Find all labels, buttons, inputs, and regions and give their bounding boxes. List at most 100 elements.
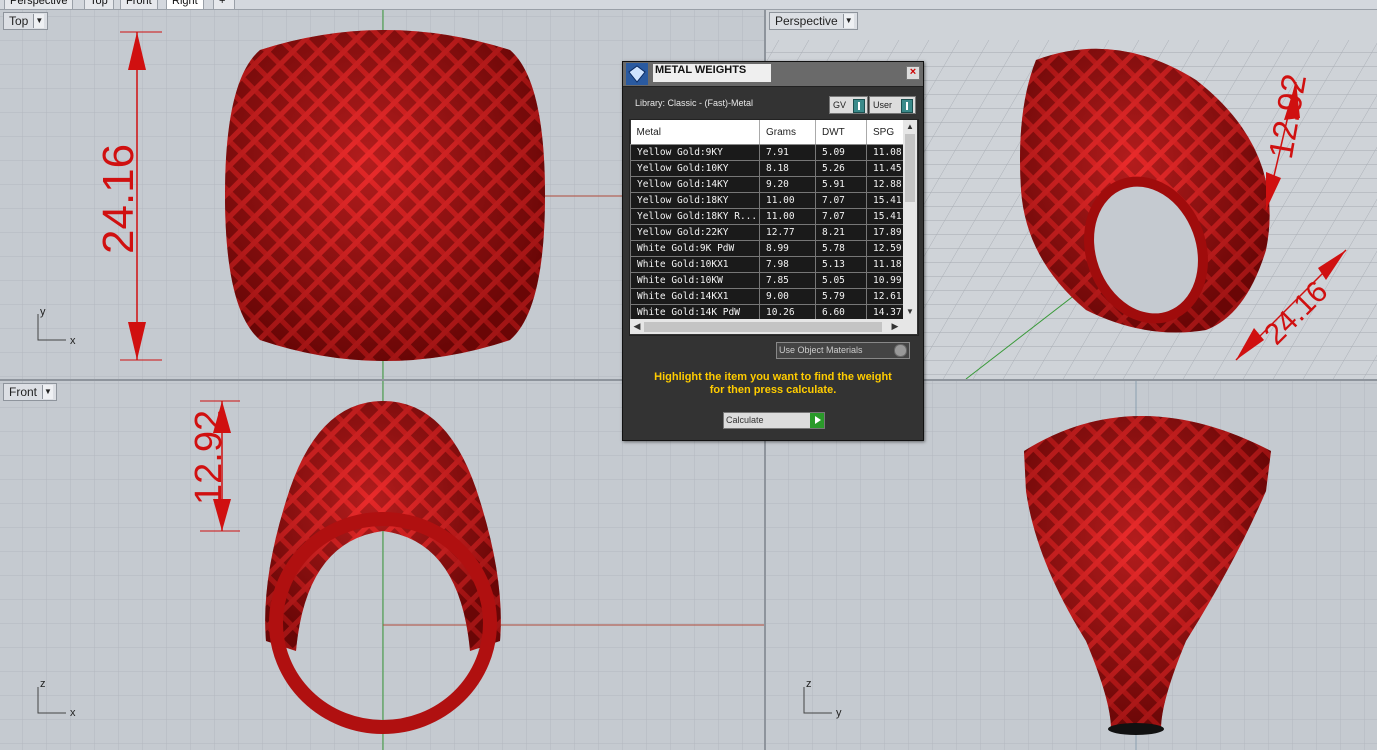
top-axis-x-label: x <box>70 335 76 347</box>
chevron-down-icon[interactable]: ▼ <box>842 14 854 28</box>
column-header-grams[interactable]: Grams <box>759 120 816 145</box>
table-row[interactable]: White Gold:14KX1 9.00 5.79 12.61 <box>630 288 904 305</box>
panel-titlebar[interactable]: METAL WEIGHTS × <box>623 62 923 87</box>
top-dimension-label: 24.16 <box>94 143 143 254</box>
spg-cell: 12.61 <box>866 288 904 305</box>
grams-cell: 8.99 <box>759 240 816 257</box>
gear-icon[interactable] <box>894 344 907 357</box>
dwt-cell: 5.26 <box>815 160 867 177</box>
grams-cell: 7.85 <box>759 272 816 289</box>
front-axis-z-label: z <box>40 678 46 690</box>
viewport-name: Top <box>9 14 29 28</box>
dwt-cell: 5.79 <box>815 288 867 305</box>
vertical-scrollbar[interactable]: ▲ ▼ <box>903 120 917 319</box>
metal-cell: White Gold:10KX1 <box>630 256 760 273</box>
column-header-metal[interactable]: Metal <box>630 120 760 145</box>
metal-cell: Yellow Gold:18KY <box>630 192 760 209</box>
metal-cell: Yellow Gold:18KY R... <box>630 208 760 225</box>
viewport-tab-strip: Perspective Top Front Right + <box>0 0 1377 10</box>
table-row[interactable]: Yellow Gold:9KY 7.91 5.09 11.08 <box>630 144 904 161</box>
spg-cell: 11.18 <box>866 256 904 273</box>
tab-top[interactable]: Top <box>84 0 114 9</box>
scroll-down-icon[interactable]: ▼ <box>903 305 917 319</box>
instruction-text: Highlight the item you want to find the … <box>633 371 913 397</box>
toggle-switch-icon <box>853 99 865 113</box>
grams-cell: 11.00 <box>759 192 816 209</box>
grams-cell: 7.98 <box>759 256 816 273</box>
viewport-name: Front <box>9 385 38 399</box>
spg-cell: 17.89 <box>866 224 904 241</box>
metal-table[interactable]: Metal Grams DWT SPG Yellow Gold:9KY 7.91 5… <box>629 119 919 336</box>
grams-cell: 8.18 <box>759 160 816 177</box>
metal-cell: Yellow Gold:22KY <box>630 224 760 241</box>
spg-cell: 12.88 <box>866 176 904 193</box>
spg-cell: 15.41 <box>866 192 904 209</box>
top-axis-y-label: y <box>40 306 46 318</box>
table-row[interactable]: Yellow Gold:10KY 8.18 5.26 11.45 <box>630 160 904 177</box>
metal-cell: White Gold:14KX1 <box>630 288 760 305</box>
spg-cell: 12.59 <box>866 240 904 257</box>
diamond-logo-icon <box>626 63 648 85</box>
table-row[interactable]: Yellow Gold:18KY 11.00 7.07 15.41 <box>630 192 904 209</box>
add-tab-icon[interactable]: + <box>213 0 235 9</box>
metal-cell: White Gold:9K PdW <box>630 240 760 257</box>
spg-cell: 11.45 <box>866 160 904 177</box>
metal-cell: Yellow Gold:14KY <box>630 176 760 193</box>
metal-cell: White Gold:10KW <box>630 272 760 289</box>
scroll-thumb[interactable] <box>905 134 915 202</box>
instruction-line-1: Highlight the item you want to find the … <box>654 371 892 383</box>
table-row[interactable]: White Gold:10KW 7.85 5.05 10.99 <box>630 272 904 289</box>
dwt-cell: 7.07 <box>815 192 867 209</box>
use-object-materials-dropdown[interactable]: Use Object Materials <box>776 342 910 359</box>
panel-title: METAL WEIGHTS <box>653 64 771 82</box>
viewport-name: Perspective <box>775 14 838 28</box>
metal-cell: Yellow Gold:10KY <box>630 160 760 177</box>
table-row[interactable]: White Gold:10KX1 7.98 5.13 11.18 <box>630 256 904 273</box>
calculate-button[interactable]: Calculate <box>723 412 825 429</box>
scroll-thumb[interactable] <box>644 322 882 332</box>
spg-cell: 11.08 <box>866 144 904 161</box>
table-row[interactable]: Yellow Gold:18KY R... 11.00 7.07 15.41 <box>630 208 904 225</box>
grams-cell: 12.77 <box>759 224 816 241</box>
dwt-cell: 5.09 <box>815 144 867 161</box>
front-axis-x-label: x <box>70 707 76 719</box>
dwt-cell: 5.05 <box>815 272 867 289</box>
right-axis-y-label: y <box>836 707 842 719</box>
gv-toggle[interactable]: GV <box>829 96 868 114</box>
metal-weights-panel: METAL WEIGHTS × Library: Classic - (Fast… <box>622 61 924 441</box>
chevron-down-icon[interactable]: ▼ <box>42 385 54 399</box>
viewport-label-perspective[interactable]: Perspective ▼ <box>769 12 858 30</box>
column-header-dwt[interactable]: DWT <box>815 120 867 145</box>
column-header-spg[interactable]: SPG <box>866 120 904 145</box>
user-toggle-label: User <box>873 100 893 110</box>
table-row[interactable]: Yellow Gold:22KY 12.77 8.21 17.89 <box>630 224 904 241</box>
viewport-label-top[interactable]: Top ▼ <box>3 12 49 30</box>
spg-cell: 15.41 <box>866 208 904 225</box>
use-object-materials-label: Use Object Materials <box>779 345 863 355</box>
grams-cell: 11.00 <box>759 208 816 225</box>
grams-cell: 9.20 <box>759 176 816 193</box>
chevron-down-icon[interactable]: ▼ <box>33 14 45 28</box>
user-toggle[interactable]: User <box>869 96 916 114</box>
library-label: Library: Classic - (Fast)-Metal <box>635 98 754 108</box>
viewport-label-front[interactable]: Front ▼ <box>3 383 58 401</box>
right-axis-z-label: z <box>806 678 812 690</box>
dwt-cell: 5.91 <box>815 176 867 193</box>
horizontal-scrollbar[interactable]: ◀ ▶ <box>630 319 917 334</box>
close-icon[interactable]: × <box>906 66 920 80</box>
tab-perspective[interactable]: Perspective <box>4 0 74 9</box>
table-row[interactable]: Yellow Gold:14KY 9.20 5.91 12.88 <box>630 176 904 193</box>
dwt-cell: 5.13 <box>815 256 867 273</box>
tab-right[interactable]: Right <box>166 0 204 9</box>
tab-front[interactable]: Front <box>120 0 158 9</box>
scroll-right-icon[interactable]: ▶ <box>888 319 902 334</box>
scroll-left-icon[interactable]: ◀ <box>630 319 644 334</box>
calculate-label: Calculate <box>726 415 764 425</box>
table-row[interactable]: White Gold:9K PdW 8.99 5.78 12.59 <box>630 240 904 257</box>
play-icon <box>810 413 824 428</box>
dwt-cell: 5.78 <box>815 240 867 257</box>
scroll-up-icon[interactable]: ▲ <box>903 120 917 134</box>
spg-cell: 10.99 <box>866 272 904 289</box>
grams-cell: 9.00 <box>759 288 816 305</box>
front-dimension-label: 12.92 <box>188 409 230 505</box>
